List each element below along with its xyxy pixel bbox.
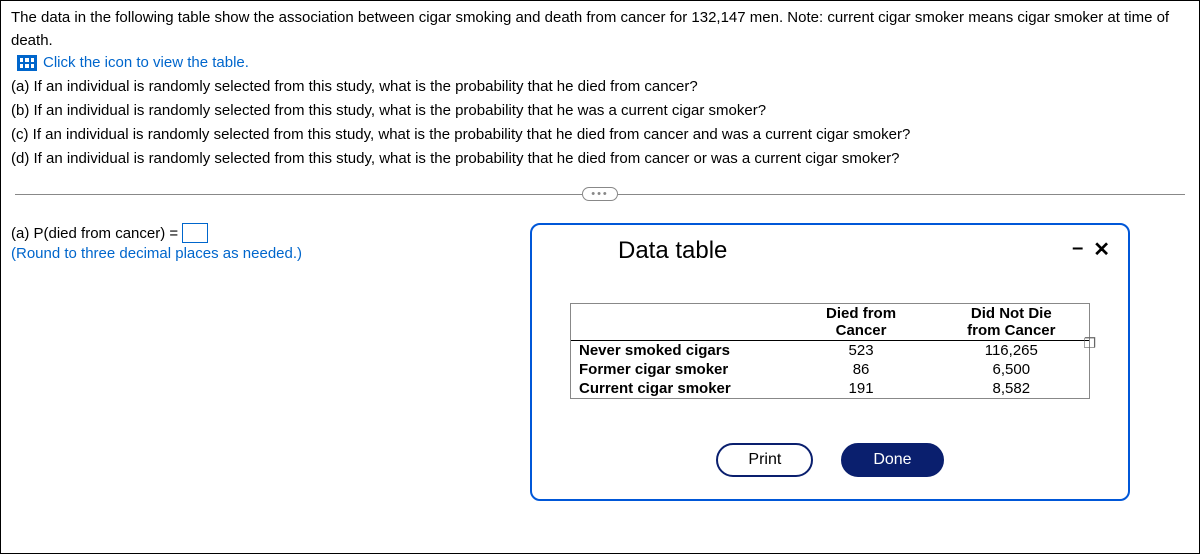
cell-not: 6,500 — [934, 360, 1089, 379]
view-table-link[interactable]: Click the icon to view the table. — [43, 54, 249, 71]
row-label: Current cigar smoker — [571, 379, 789, 398]
cell-died: 86 — [789, 360, 934, 379]
col-header-blank — [571, 304, 789, 341]
page: The data in the following table show the… — [0, 0, 1200, 554]
question-d: (d) If an individual is randomly selecte… — [11, 147, 1189, 171]
col-header-died: Died from Cancer — [789, 304, 934, 341]
table-icon[interactable] — [17, 55, 37, 71]
cell-died: 523 — [789, 341, 934, 361]
question-list: (a) If an individual is randomly selecte… — [11, 75, 1189, 171]
done-button[interactable]: Done — [841, 443, 943, 477]
minimize-icon[interactable]: – — [1072, 237, 1083, 262]
modal-title: Data table — [550, 237, 727, 265]
question-b: (b) If an individual is randomly selecte… — [11, 99, 1189, 123]
close-icon[interactable]: ✕ — [1093, 237, 1110, 262]
view-table-row: Click the icon to view the table. — [17, 54, 1189, 71]
data-table-container: Died from Cancer Did Not Die from Cancer — [570, 303, 1090, 399]
table-row: Former cigar smoker 86 6,500 — [571, 360, 1089, 379]
cell-not: 116,265 — [934, 341, 1089, 361]
ellipsis-icon[interactable]: ••• — [582, 187, 618, 201]
data-table: Died from Cancer Did Not Die from Cancer — [571, 304, 1089, 398]
data-table-modal: Data table – ✕ ❐ Died — [530, 223, 1130, 501]
answer-label: (a) P(died from cancer) = — [11, 225, 178, 242]
intro-text: The data in the following table show the… — [11, 7, 1189, 52]
print-button[interactable]: Print — [716, 443, 813, 477]
row-label: Former cigar smoker — [571, 360, 789, 379]
question-a: (a) If an individual is randomly selecte… — [11, 75, 1189, 99]
cell-not: 8,582 — [934, 379, 1089, 398]
col-header-notdied: Did Not Die from Cancer — [934, 304, 1089, 341]
question-c: (c) If an individual is randomly selecte… — [11, 123, 1189, 147]
table-row: Current cigar smoker 191 8,582 — [571, 379, 1089, 398]
table-row: Never smoked cigars 523 116,265 — [571, 341, 1089, 361]
copy-icon[interactable]: ❐ — [1083, 335, 1096, 352]
cell-died: 191 — [789, 379, 934, 398]
answer-area: (a) P(died from cancer) = (Round to thre… — [11, 223, 451, 501]
answer-input[interactable] — [182, 223, 208, 243]
row-label: Never smoked cigars — [571, 341, 789, 361]
round-note: (Round to three decimal places as needed… — [11, 245, 451, 262]
section-divider: ••• — [11, 187, 1189, 201]
